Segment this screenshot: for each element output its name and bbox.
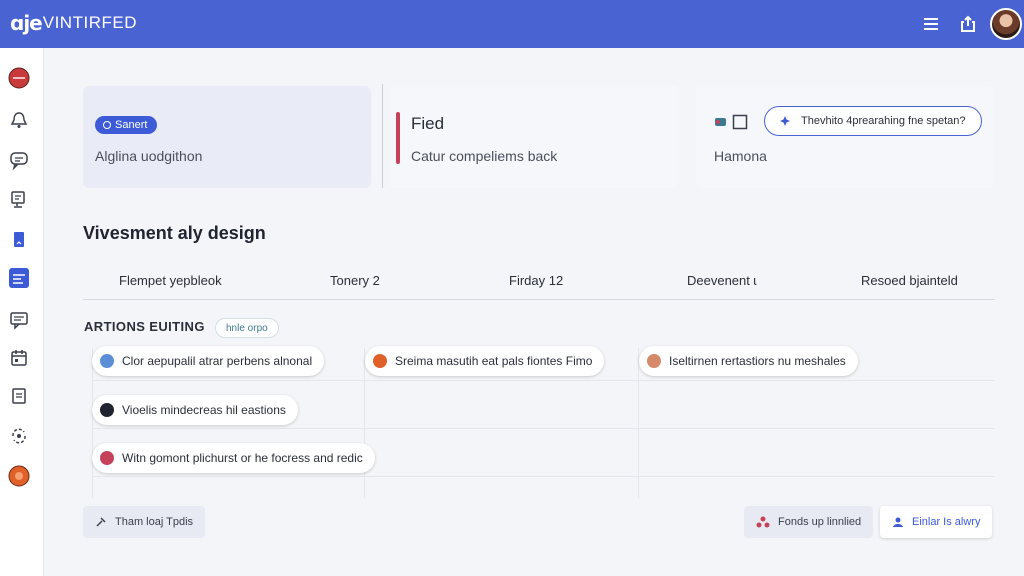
subsection-title: ARTIONS EUITING	[84, 319, 205, 334]
tool-icon	[96, 517, 106, 527]
action-chip[interactable]: Iseltirnen rertastiors nu meshales	[639, 346, 858, 376]
red-circle-icon[interactable]	[7, 66, 31, 90]
action-chip[interactable]: Witn gomont plichurst or he focress and …	[92, 443, 375, 473]
grid-line	[92, 380, 995, 381]
feature-card-2[interactable]: Fied Catur compeliems back	[389, 86, 679, 188]
grid-line	[92, 428, 995, 429]
accent-bar	[396, 112, 400, 164]
card-icons	[714, 114, 748, 130]
checkbox-icon[interactable]	[732, 114, 748, 130]
brand-logo[interactable]: ɑjе VINTIRFED	[10, 12, 137, 34]
footer-right-button[interactable]: Einlar Is alwry	[880, 506, 993, 538]
footer-mid-label: Fonds up linnlied	[778, 516, 862, 528]
orange-circle-icon[interactable]	[7, 464, 31, 488]
footer-left-label: Tham loaj Tpdis	[115, 516, 194, 528]
card-subtitle: Alglina uodgithon	[95, 148, 203, 164]
card-divider	[382, 84, 383, 188]
card-subtitle: Catur compeliems back	[411, 148, 558, 164]
grid-line	[92, 476, 995, 477]
column-header[interactable]: Firday 12	[509, 273, 563, 288]
dark-dot-icon	[100, 403, 114, 417]
action-chip[interactable]: Vioelis mindecreas hil eastions	[92, 395, 298, 425]
feature-card-3[interactable]: Thevhito 4prearahing fne spetan? Hamona	[696, 86, 994, 188]
brand-name: VINTIRFED	[42, 13, 137, 32]
main-content: Sanert Alglina uodgithon Fied Catur comp…	[44, 48, 1024, 576]
grid-line	[638, 348, 639, 498]
tag-icon	[715, 118, 726, 126]
bookmark-icon[interactable]	[7, 228, 31, 252]
column-headers: Flempet yepbleok Tonery 2 Firday 12 Deev…	[83, 262, 995, 300]
fire-dot-icon	[373, 354, 387, 368]
bell-icon[interactable]	[7, 108, 31, 132]
column-header[interactable]: Resoed bjainteld	[861, 273, 958, 288]
card-title: Fied	[411, 114, 445, 133]
subsection-tag[interactable]: hnle orpo	[215, 318, 279, 338]
chip-label: Witn gomont plichurst or he focress and …	[122, 451, 363, 465]
sync-icon[interactable]	[7, 424, 31, 448]
network-icon	[756, 516, 770, 528]
user-avatar[interactable]	[990, 8, 1022, 40]
chat-icon[interactable]	[7, 148, 31, 172]
person-dot-icon	[647, 354, 661, 368]
info-dot-icon	[100, 354, 114, 368]
menu-icon[interactable]	[920, 13, 942, 35]
action-chip[interactable]: Sreima masutih eat pals fiontes Fimo	[365, 346, 605, 376]
sparkle-icon	[780, 116, 790, 126]
share-icon[interactable]	[957, 13, 979, 35]
column-header[interactable]: Tonery 2	[330, 273, 380, 288]
footer-left-button[interactable]: Tham loaj Tpdis	[83, 506, 206, 538]
chip-label: Sreima masutih eat pals fiontes Fimo	[395, 354, 593, 368]
chip-label: Clor aepupalil atrar perbens alnonal	[122, 354, 313, 368]
feature-card-1[interactable]: Sanert Alglina uodgithon	[83, 86, 371, 188]
brand-mark: ɑjе	[10, 11, 43, 35]
grid-line	[92, 348, 93, 498]
user-icon	[893, 517, 903, 527]
sidebar	[0, 48, 44, 576]
chip-label: Vioelis mindecreas hil eastions	[122, 403, 286, 417]
flag-dot-icon	[100, 451, 114, 465]
monitor-icon[interactable]	[7, 188, 31, 212]
footer-mid-button[interactable]: Fonds up linnlied	[744, 506, 874, 538]
column-header[interactable]: Deevenent ɩ	[687, 273, 756, 288]
section-title: Vivesment aly design	[83, 223, 266, 243]
calendar-icon[interactable]	[7, 346, 31, 370]
top-bar: ɑjе VINTIRFED	[0, 0, 1024, 48]
message-icon[interactable]	[7, 308, 31, 332]
footer-right-label: Einlar Is alwry	[912, 516, 981, 528]
dashboard-icon[interactable]	[7, 266, 31, 290]
grid-line	[364, 348, 365, 498]
document-icon[interactable]	[7, 384, 31, 408]
action-chip[interactable]: Clor aepupalil atrar perbens alnonal	[92, 346, 325, 376]
ask-search-field[interactable]: Thevhito 4prearahing fne spetan?	[764, 106, 982, 136]
pill-dot-icon	[103, 121, 111, 129]
status-pill[interactable]: Sanert	[95, 116, 158, 134]
card-subtitle: Hamona	[714, 148, 767, 164]
search-text: Thevhito 4prearahing fne spetan?	[801, 115, 966, 127]
chip-label: Iseltirnen rertastiors nu meshales	[669, 354, 846, 368]
column-header[interactable]: Flempet yepbleok	[119, 273, 222, 288]
status-pill-label: Sanert	[115, 119, 148, 131]
